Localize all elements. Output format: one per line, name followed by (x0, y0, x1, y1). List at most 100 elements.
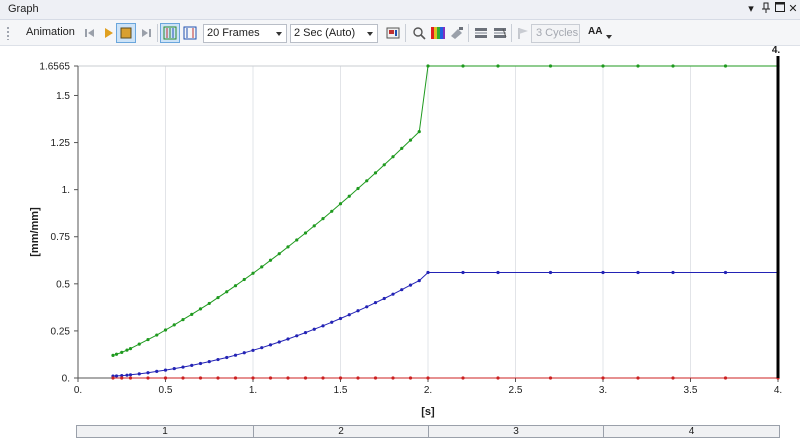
cycles-field[interactable]: 3 Cycles (531, 24, 580, 43)
chevron-down-icon[interactable] (606, 35, 612, 39)
data-point (548, 64, 553, 68)
data-point (391, 376, 395, 380)
chart-axes (74, 65, 779, 382)
data-point (251, 376, 255, 380)
y-tick-label: 1. (62, 185, 70, 196)
data-point (163, 368, 168, 372)
data-point (163, 328, 168, 332)
data-point (207, 360, 211, 364)
data-point (330, 320, 334, 324)
x-tick-label: 1. (249, 385, 257, 396)
chevron-down-icon[interactable]: ▾ (744, 2, 758, 17)
data-point (146, 337, 150, 342)
data-point (198, 361, 203, 366)
data-point (260, 346, 264, 350)
result-set-timeline[interactable]: 1234 (76, 425, 780, 438)
data-point (225, 290, 229, 294)
data-point (198, 376, 203, 380)
data-point (225, 355, 229, 360)
close-icon[interactable]: ✕ (786, 2, 800, 17)
frames-select-value: 20 Frames (207, 27, 260, 39)
data-point (260, 265, 264, 269)
data-point (382, 163, 386, 167)
duration-select-value: 2 Sec (Auto) (294, 27, 356, 39)
strain-time-chart: 4. 0. 0.5 1. 1.5 2. 2.5 3. 3.5 4. 0. 0.25 0.5 0.75 1.… (29, 46, 782, 418)
data-point (207, 301, 211, 306)
chart-tick-labels: 0. 0.5 1. 1.5 2. 2.5 3. 3.5 4. 0. 0.25 0.5 0.75 1. 1.2… (39, 62, 782, 397)
data-point (601, 270, 605, 275)
data-point (198, 307, 203, 311)
x-tick-label: 2. (424, 385, 432, 396)
data-point (155, 369, 159, 374)
maximize-icon[interactable] (773, 2, 787, 17)
x-tick-label: 0. (74, 385, 82, 396)
data-point (146, 371, 150, 375)
data-point (277, 340, 281, 344)
export-chart-icon[interactable] (490, 23, 510, 43)
data-point (636, 64, 640, 68)
y-tick-label: 0. (62, 374, 70, 385)
data-point (723, 376, 728, 380)
x-tick-label: 0.5 (159, 385, 173, 396)
cycles-icon[interactable] (513, 23, 533, 43)
next-frame-button[interactable] (136, 23, 156, 43)
timeline-segment-1[interactable]: 1 (77, 426, 254, 437)
text-size-button[interactable]: AA (588, 26, 602, 37)
data-point (496, 270, 500, 275)
result-sets-frames-icon[interactable] (180, 23, 200, 43)
data-point (303, 376, 308, 380)
cycles-value: 3 Cycles (536, 27, 579, 39)
color-legend-icon[interactable] (428, 23, 448, 43)
data-point (338, 202, 343, 206)
chevron-down-icon (367, 32, 373, 36)
data-point (391, 155, 395, 159)
previous-frame-button[interactable] (80, 23, 100, 43)
stop-button[interactable] (116, 23, 136, 43)
pin-icon[interactable] (759, 2, 773, 17)
data-point (181, 318, 185, 322)
data-point (303, 331, 308, 335)
export-video-icon[interactable] (383, 23, 403, 43)
toolbar-grip[interactable] (6, 26, 10, 40)
zoom-icon[interactable] (409, 23, 429, 43)
data-point (137, 372, 141, 376)
data-point (496, 376, 500, 380)
y-tick-label: 1.5 (56, 91, 70, 102)
timeline-segment-2[interactable]: 2 (254, 426, 429, 437)
data-point (347, 194, 351, 198)
time-cursor: 4. (772, 46, 780, 378)
data-point (312, 327, 316, 331)
data-point (417, 279, 421, 283)
data-point (408, 376, 413, 380)
distributed-frames-icon[interactable] (160, 23, 180, 43)
y-tick-label: 1.25 (51, 138, 71, 149)
timeline-segment-3[interactable]: 3 (429, 426, 604, 437)
data-point (330, 209, 334, 213)
data-point (373, 171, 378, 175)
probe-icon[interactable] (447, 23, 467, 43)
animation-label: Animation (26, 26, 75, 38)
data-point (671, 64, 675, 68)
data-point (373, 376, 378, 380)
frames-select[interactable]: 20 Frames (203, 24, 287, 43)
series-3 (111, 376, 780, 380)
chart-series (111, 64, 780, 380)
timeline-segment-4[interactable]: 4 (604, 426, 779, 437)
data-point (181, 376, 185, 380)
series-1 (111, 64, 780, 357)
data-point (190, 363, 194, 367)
data-point (137, 342, 141, 346)
data-point (636, 376, 640, 380)
duration-select[interactable]: 2 Sec (Auto) (290, 24, 378, 43)
play-button[interactable] (98, 23, 118, 43)
data-point (233, 284, 238, 288)
data-point (268, 376, 273, 380)
data-point (548, 270, 553, 275)
data-point (321, 376, 325, 380)
y-tick-label: 0.75 (51, 232, 71, 243)
data-point (426, 270, 430, 275)
chart-options-icon[interactable] (471, 23, 491, 43)
data-point (338, 376, 343, 380)
data-point (408, 138, 413, 142)
data-point (286, 337, 290, 341)
